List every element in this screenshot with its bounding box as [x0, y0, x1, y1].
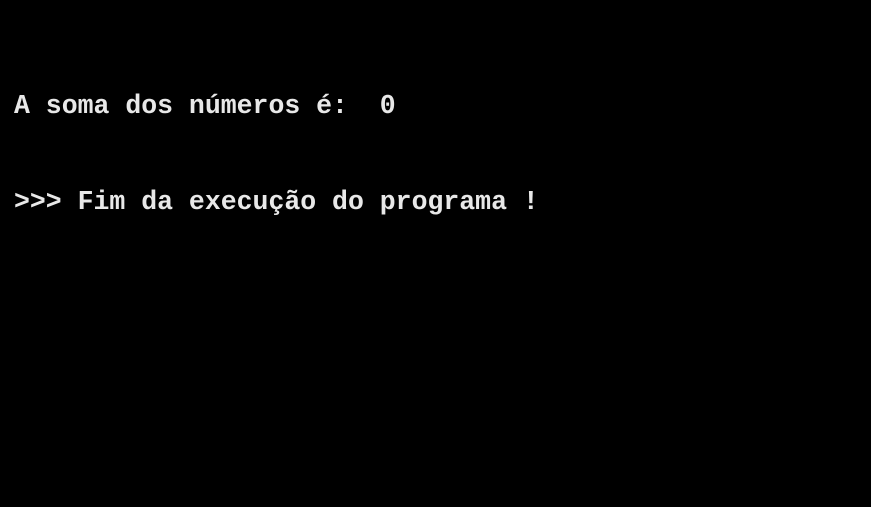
output-line-sum: A soma dos números é: 0 [14, 91, 396, 121]
console-output[interactable]: A soma dos números é: 0 >>> Fim da execu… [0, 0, 871, 507]
output-line-end: >>> Fim da execução do programa ! [14, 187, 539, 217]
